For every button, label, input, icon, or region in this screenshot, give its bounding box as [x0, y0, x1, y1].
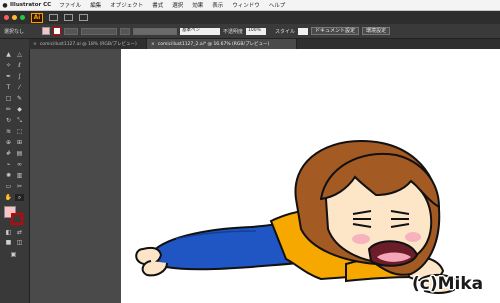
tools-panel: ▲ △ ✧ ℓ ✒ ∫ T ⁄ □ ✎ ✏ ◆ ↻ ⤡ ≋ ⬚ ⊕ ⊞ # ▤ …	[0, 39, 30, 303]
pencil-icon[interactable]: ✏	[4, 106, 13, 113]
preferences-button[interactable]: 環境設定	[362, 27, 391, 35]
tab-label: comicillust1127.ai @ 18% (RGB/プレビュー)	[39, 42, 137, 47]
gpu-icon[interactable]	[79, 14, 88, 21]
menu-bar: ● Illustrator CC ファイル 編集 オブジェクト 書式 選択 効果…	[0, 0, 500, 11]
style-label: スタイル	[275, 28, 296, 35]
menu-file[interactable]: ファイル	[59, 1, 81, 9]
color-mode-icon[interactable]: ■	[4, 239, 13, 246]
rectangle-icon[interactable]: □	[4, 95, 13, 102]
screen-mode-icon[interactable]: ▣	[9, 251, 18, 258]
apple-menu-icon[interactable]: ●	[0, 2, 10, 9]
opacity-label: 不透明度	[223, 28, 244, 35]
copyright-credit: (c)Mika	[412, 274, 484, 294]
document-tab-bar: × comicillust1127.ai @ 18% (RGB/プレビュー) ×…	[29, 39, 500, 49]
document-tab-active[interactable]: × comicillust1127_2.ai* @ 16.67% (RGB/プレ…	[147, 39, 297, 49]
menu-effect[interactable]: 効果	[192, 1, 203, 9]
direct-selection-icon[interactable]: △	[15, 51, 24, 58]
illustrator-logo: Ai	[31, 12, 43, 23]
scale-icon[interactable]: ⤡	[15, 117, 24, 124]
eraser-icon[interactable]: ◆	[15, 106, 24, 113]
default-colors-icon[interactable]: ◧	[4, 229, 13, 236]
menu-edit[interactable]: 編集	[90, 1, 101, 9]
shape-builder-icon[interactable]: ⊕	[4, 139, 13, 146]
lasso-icon[interactable]: ℓ	[15, 62, 24, 69]
selection-icon[interactable]: ▲	[4, 51, 13, 58]
blend-icon[interactable]: ∞	[15, 161, 24, 168]
gradient-icon[interactable]: ▤	[15, 150, 24, 157]
rotate-icon[interactable]: ↻	[4, 117, 13, 124]
draw-mode-icon[interactable]: ◫	[15, 239, 24, 246]
artboard-icon[interactable]: ▭	[4, 183, 13, 190]
pen-icon[interactable]: ✒	[4, 73, 13, 80]
mesh-icon[interactable]: #	[4, 150, 13, 157]
perspective-icon[interactable]: ⊞	[15, 139, 24, 146]
curvature-icon[interactable]: ∫	[15, 73, 24, 80]
free-transform-icon[interactable]: ⬚	[15, 128, 24, 135]
slice-icon[interactable]: ✂	[15, 183, 24, 190]
close-tab-icon[interactable]: ×	[151, 42, 155, 47]
menu-app-name[interactable]: Illustrator CC	[10, 2, 51, 8]
hand-icon[interactable]: ✋	[4, 194, 13, 201]
magic-wand-icon[interactable]: ✧	[4, 62, 13, 69]
close-window-icon[interactable]	[4, 15, 9, 20]
menu-window[interactable]: ウィンドウ	[232, 1, 260, 9]
stroke-label-field[interactable]	[64, 27, 79, 35]
menu-select[interactable]: 選択	[172, 1, 183, 9]
fill-swatch[interactable]	[42, 27, 51, 35]
zoom-icon[interactable]: ⌕	[15, 194, 24, 201]
paintbrush-icon[interactable]: ✎	[15, 95, 24, 102]
stroke-swatch[interactable]	[53, 27, 62, 35]
menu-type[interactable]: 書式	[152, 1, 163, 9]
column-graph-icon[interactable]: ▥	[15, 172, 24, 179]
document-setup-button[interactable]: ドキュメント設定	[311, 27, 360, 35]
symbol-sprayer-icon[interactable]: ✺	[4, 172, 13, 179]
zoom-window-icon[interactable]	[20, 15, 25, 20]
swap-colors-icon[interactable]: ⇄	[15, 229, 24, 236]
close-tab-icon[interactable]: ×	[33, 42, 37, 47]
menu-object[interactable]: オブジェクト	[110, 1, 143, 9]
menu-help[interactable]: ヘルプ	[269, 1, 286, 9]
tab-label: comicillust1127_2.ai* @ 16.67% (RGB/プレビュ…	[157, 42, 270, 47]
app-bar: Ai	[0, 11, 500, 24]
width-icon[interactable]: ≋	[4, 128, 13, 135]
artwork-illustration	[135, 139, 461, 294]
document-tab[interactable]: × comicillust1127.ai @ 18% (RGB/プレビュー)	[29, 39, 147, 49]
graphic-style-select[interactable]	[298, 27, 309, 35]
control-bar: 選択なし 基本ペン 不透明度 100% スタイル ドキュメント設定 環境設定	[0, 24, 500, 39]
eyedropper-icon[interactable]: ⌁	[4, 161, 13, 168]
brush-definition-field[interactable]	[133, 27, 178, 35]
opacity-input[interactable]: 100%	[246, 27, 267, 35]
variable-width-field[interactable]	[120, 27, 131, 35]
minimize-window-icon[interactable]	[12, 15, 17, 20]
bridge-icon[interactable]	[49, 14, 58, 21]
arrange-documents-icon[interactable]	[64, 14, 73, 21]
line-icon[interactable]: ⁄	[15, 84, 24, 91]
stroke-weight-field[interactable]	[81, 27, 118, 35]
menu-view[interactable]: 表示	[212, 1, 223, 9]
stroke-style-select[interactable]: 基本ペン	[180, 27, 221, 35]
type-icon[interactable]: T	[4, 84, 13, 91]
window-controls	[4, 15, 25, 20]
artboard[interactable]	[121, 49, 500, 303]
stroke-color-box[interactable]	[11, 213, 23, 225]
selection-status: 選択なし	[4, 28, 25, 35]
